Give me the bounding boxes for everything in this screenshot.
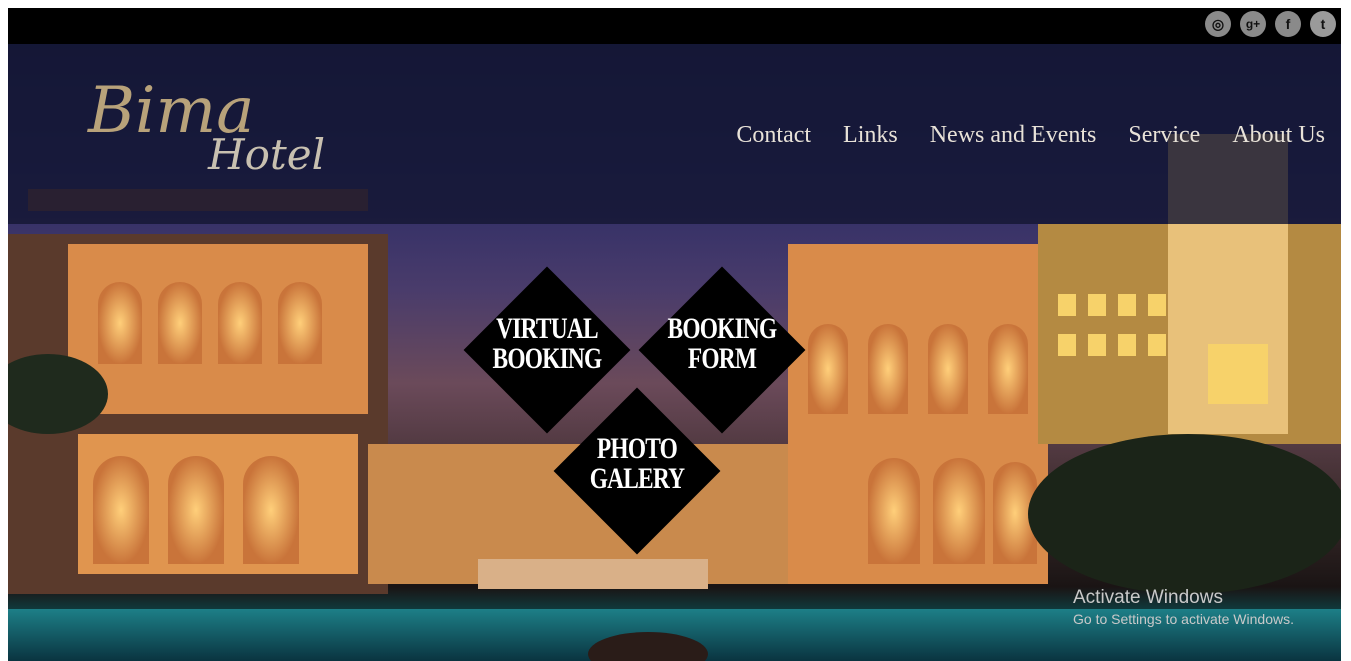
- virtual-booking-line2: BOOKING: [492, 342, 603, 375]
- virtual-booking-line1: VIRTUAL: [496, 312, 598, 345]
- photo-gallery-line2: GALERY: [589, 462, 685, 495]
- nav-about-us[interactable]: About Us: [1232, 122, 1325, 149]
- google-plus-icon[interactable]: g+: [1240, 11, 1266, 37]
- booking-form-line2: FORM: [687, 342, 757, 375]
- booking-form-line1: BOOKING: [667, 312, 778, 345]
- hotel-logo[interactable]: Bima Hotel: [88, 74, 388, 189]
- twitter-icon[interactable]: t: [1310, 11, 1336, 37]
- logo-text-hotel: Hotel: [208, 130, 326, 179]
- activate-windows-title: Activate Windows: [1073, 587, 1223, 608]
- page-frame: ◎ g+ f t Bima Hotel Contact Links News a…: [8, 8, 1341, 661]
- virtual-booking-label[interactable]: VIRTUAL BOOKING: [485, 314, 610, 374]
- photo-gallery-line1: PHOTO: [596, 432, 678, 465]
- photo-gallery-label[interactable]: PHOTO GALERY: [575, 434, 700, 494]
- booking-form-label[interactable]: BOOKING FORM: [660, 314, 785, 374]
- nav-service[interactable]: Service: [1128, 122, 1200, 149]
- activate-windows-subtitle: Go to Settings to activate Windows.: [1073, 611, 1294, 627]
- facebook-icon[interactable]: f: [1275, 11, 1301, 37]
- top-bar: ◎ g+ f t: [8, 8, 1341, 44]
- nav-links[interactable]: Links: [843, 122, 898, 149]
- nav-news-events[interactable]: News and Events: [930, 122, 1097, 149]
- main-nav: Contact Links News and Events Service Ab…: [704, 122, 1325, 149]
- nav-contact[interactable]: Contact: [736, 122, 811, 149]
- hero-banner: Bima Hotel Contact Links News and Events…: [8, 44, 1341, 661]
- instagram-icon[interactable]: ◎: [1205, 11, 1231, 37]
